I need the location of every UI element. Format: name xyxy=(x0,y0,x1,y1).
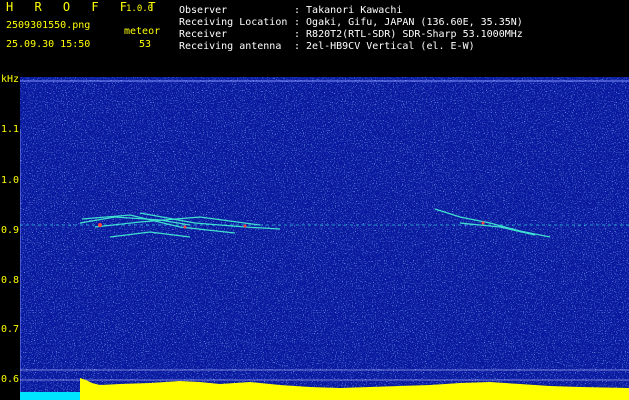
y-tick-label: 0.9 xyxy=(1,225,20,236)
spectrum-noise xyxy=(20,77,629,400)
meteor-count: 53 xyxy=(139,39,152,50)
y-tick-label: 1.1 xyxy=(1,124,20,135)
y-tick-label: 0.6 xyxy=(1,374,20,385)
echo-hot-spot xyxy=(183,225,187,229)
observer-label: Observer xyxy=(179,5,228,16)
y-tick-label: 0.8 xyxy=(1,275,20,286)
antenna-label: Receiving antenna xyxy=(179,41,282,52)
timestamp: 25.09.30 15:50 xyxy=(6,39,91,50)
receiver-value: : R820T2(RTL-SDR) SDR-Sharp 53.1000MHz xyxy=(294,29,523,40)
image-filename: 2509301550.png xyxy=(6,20,91,31)
hrofft-window: H R O F F T 1.0.0 2509301550.png meteor … xyxy=(0,0,629,400)
y-tick-label: 1.0 xyxy=(1,175,20,186)
location-value: : Ogaki, Gifu, JAPAN (136.60E, 35.35N) xyxy=(294,17,523,28)
meteor-label: meteor xyxy=(124,26,161,37)
location-label: Receiving Location xyxy=(179,17,288,28)
observer-value: : Takanori Kawachi xyxy=(294,5,403,16)
receiver-label: Receiver xyxy=(179,29,228,40)
antenna-value: : 2el-HB9CV Vertical (el. E-W) xyxy=(294,41,475,52)
echo-hot-spot xyxy=(481,221,485,225)
echo-hot-spot xyxy=(98,223,102,227)
y-tick-label: 0.7 xyxy=(1,324,20,335)
y-axis-unit: kHz xyxy=(1,74,20,85)
echo-hot-spot xyxy=(243,224,247,228)
spectrogram-display xyxy=(20,77,629,400)
app-version: 1.0.0 xyxy=(126,4,154,14)
